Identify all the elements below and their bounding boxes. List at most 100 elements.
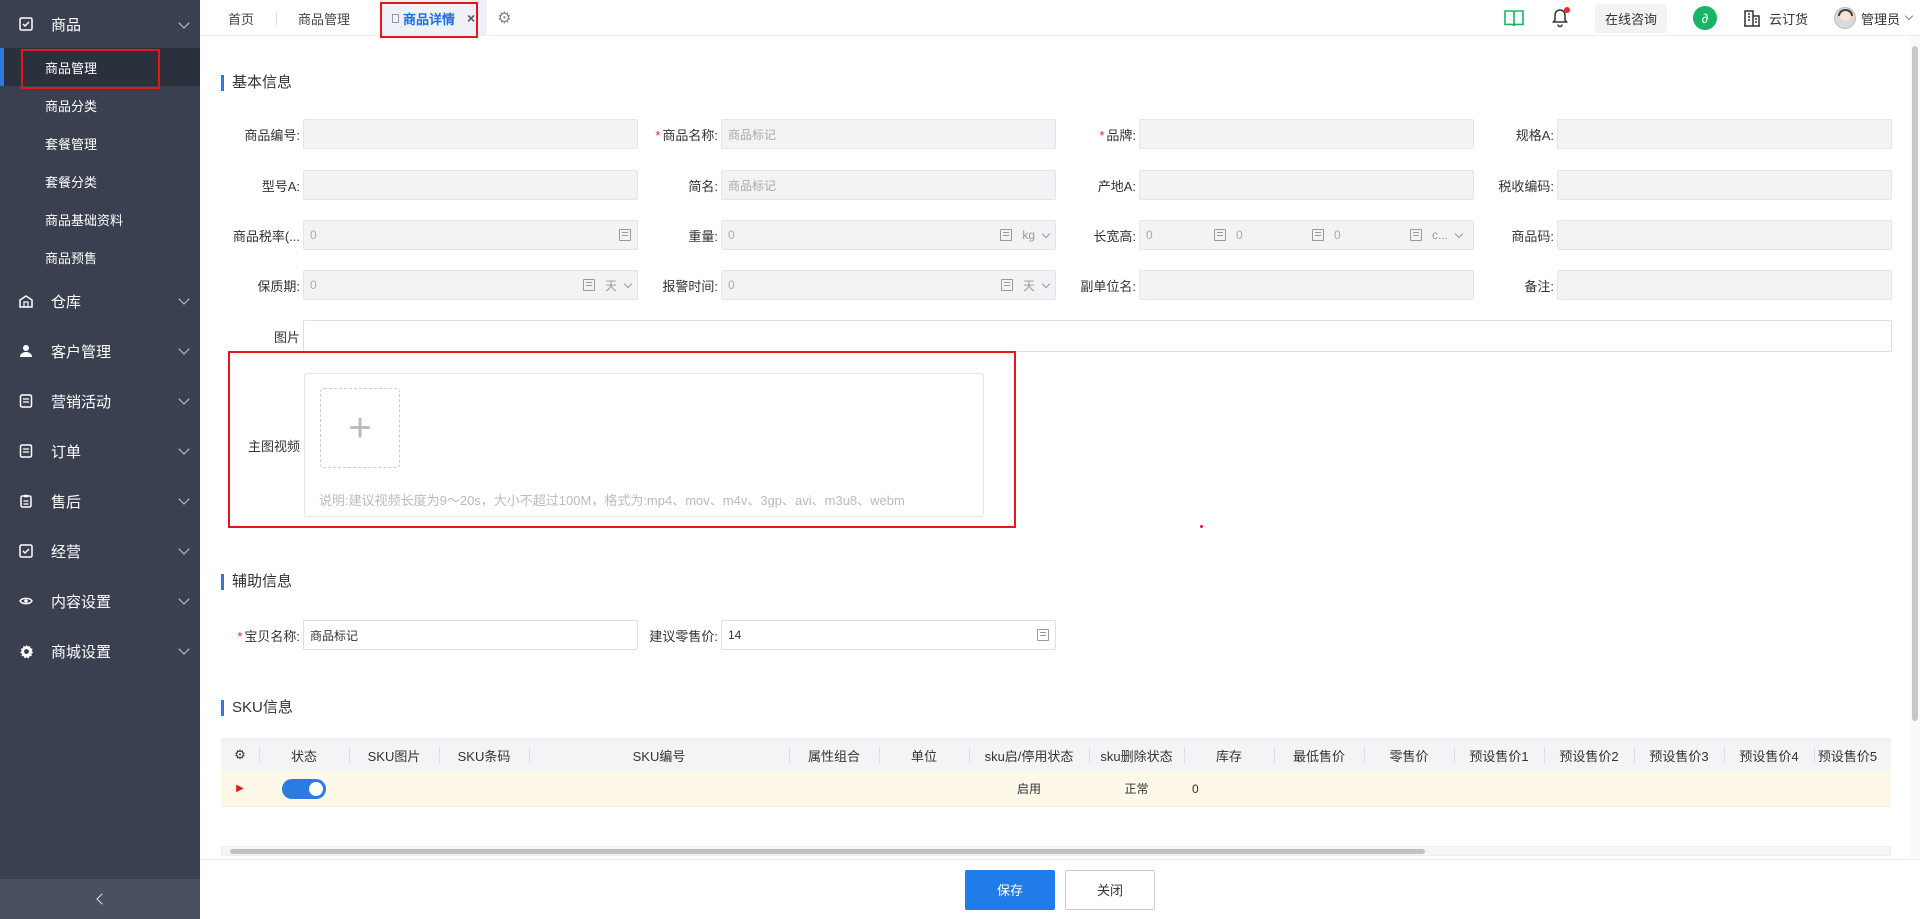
short-name-input[interactable]: 商品标记 (721, 170, 1056, 200)
sub-unit-field: 副单位名: (1056, 270, 1474, 300)
link-icon[interactable]: ∂ (1692, 6, 1717, 30)
cloud-order-label: 云订货 (1768, 11, 1808, 27)
product-barcode-input[interactable] (1557, 220, 1892, 250)
sidebar-item-package-category[interactable]: 套餐分类 (0, 162, 200, 200)
video-upload-area: + 说明:建议视频长度为9～20s，大小不超过100M，格式为:mp4、mov、… (304, 373, 984, 517)
length-input[interactable]: 0 (1146, 228, 1226, 242)
sidebar-group-aftersale[interactable]: 售后 (0, 476, 200, 526)
close-icon[interactable]: × (467, 10, 475, 26)
image-label: 图片 (273, 329, 300, 345)
short-name-field: 简名: 商品标记 (638, 170, 1056, 200)
field-label: 重量: (688, 228, 718, 244)
table-row[interactable]: ▶ 启用 正常 0 (221, 771, 1891, 807)
tab-home[interactable]: 首页 (200, 0, 276, 36)
retail-price-input[interactable]: 14 (721, 620, 1056, 650)
product-code-field: 商品编号: (220, 119, 638, 149)
calculator-icon (1410, 229, 1422, 241)
sidebar-group-customer[interactable]: 客户管理 (0, 326, 200, 376)
horizontal-scrollbar[interactable] (221, 846, 1891, 856)
height-input[interactable]: 0 (1324, 228, 1422, 242)
bell-icon[interactable] (1551, 7, 1570, 28)
column-header: 状态 (259, 739, 349, 771)
avatar (1833, 7, 1856, 29)
sidebar-item-product-mgmt[interactable]: 商品管理 (0, 48, 200, 86)
sidebar-group-content[interactable]: 内容设置 (0, 576, 200, 626)
column-header: 预设售价1 (1454, 739, 1544, 771)
sidebar-item-presale[interactable]: 商品预售 (0, 238, 200, 276)
shelf-life-input[interactable]: 0天 (303, 270, 638, 300)
remark-input[interactable] (1557, 270, 1892, 300)
column-header: sku启/停用状态 (969, 739, 1089, 771)
mini-program-wrapper: ∂ (1692, 6, 1717, 30)
building-icon (1743, 10, 1760, 27)
notification-dot (1563, 7, 1570, 13)
product-code-input[interactable] (303, 119, 638, 149)
origin-field: 产地A: (1056, 170, 1474, 200)
tab-product-mgmt[interactable]: 商品管理 (276, 0, 372, 36)
sidebar-group-orders[interactable]: 订单 (0, 426, 200, 476)
cloud-order-link[interactable]: 云订货 (1743, 9, 1808, 28)
calculator-icon (1312, 229, 1324, 241)
sidebar-group-mall[interactable]: 商城设置 (0, 626, 200, 676)
scrollbar-thumb[interactable] (1912, 46, 1918, 721)
sidebar-collapse-button[interactable] (0, 879, 200, 919)
vertical-scrollbar[interactable] (1910, 36, 1920, 859)
tax-rate-input[interactable]: 0 (303, 220, 638, 250)
chevron-down-icon (1904, 11, 1914, 21)
dims-unit-select[interactable]: c... (1432, 228, 1464, 242)
sidebar-group-label: 商城设置 (51, 643, 112, 661)
calculator-icon (1000, 229, 1013, 241)
section-title-sku: SKU信息 (221, 700, 293, 716)
alarm-time-input[interactable]: 0天 (721, 270, 1056, 300)
shelf-life-field: 保质期: 0天 (220, 270, 638, 300)
online-consult-button[interactable]: 在线咨询 (1594, 3, 1667, 33)
status-toggle[interactable] (282, 778, 326, 799)
form-row: 图片 (220, 320, 1892, 352)
section-title-aux: 辅助信息 (221, 574, 292, 590)
form-row: 商品编号: * 商品名称: 商品标记 * 品牌: 规格A: (220, 119, 1892, 149)
admin-menu[interactable]: 管理员 (1833, 7, 1914, 29)
chevron-down-icon (178, 17, 190, 29)
expand-arrow-icon[interactable]: ▶ (221, 771, 259, 806)
sidebar-item-product-category[interactable]: 商品分类 (0, 86, 200, 124)
weight-unit-select[interactable]: kg (1022, 228, 1051, 242)
book-icon[interactable] (1503, 8, 1525, 28)
sidebar-group-warehouse[interactable]: 仓库 (0, 276, 200, 326)
spec-input[interactable] (1557, 119, 1892, 149)
spec-field: 规格A: (1474, 119, 1892, 149)
chevron-down-icon (1041, 279, 1051, 288)
sidebar-group-operation[interactable]: 经营 (0, 526, 200, 576)
width-input[interactable]: 0 (1226, 228, 1324, 242)
top-right-actions: 在线咨询 ∂ 云订货 管理员 (1503, 0, 1920, 36)
table-cell (1724, 771, 1814, 806)
scrollbar-thumb[interactable] (230, 849, 1425, 854)
column-header: 预设售价4 (1724, 739, 1814, 771)
sidebar-group-label: 经营 (51, 543, 82, 561)
sidebar-group-marketing[interactable]: 营销活动 (0, 376, 200, 426)
column-settings-icon[interactable]: ⚙ (221, 739, 259, 771)
origin-input[interactable] (1139, 170, 1474, 200)
close-button[interactable]: 关闭 (1065, 869, 1155, 910)
baby-name-input[interactable]: 商品标记 (303, 620, 638, 650)
tab-settings-icon[interactable]: ⚙ (497, 8, 511, 28)
save-button[interactable]: 保存 (965, 869, 1055, 910)
admin-label: 管理员 (1860, 11, 1900, 27)
video-upload-button[interactable]: + (320, 388, 400, 468)
tax-code-input[interactable] (1557, 170, 1892, 200)
sidebar-item-product-base[interactable]: 商品基础资料 (0, 200, 200, 238)
table-cell (529, 771, 789, 806)
tax-rate-field: 商品税率(... 0 (220, 220, 638, 250)
model-input[interactable] (303, 170, 638, 200)
product-name-input[interactable]: 商品标记 (721, 119, 1056, 149)
chevron-down-icon (178, 293, 190, 305)
sub-unit-input[interactable] (1139, 270, 1474, 300)
sidebar-group-product[interactable]: 商品 (0, 0, 200, 48)
weight-input[interactable]: 0 kg (721, 220, 1056, 250)
brand-input[interactable] (1139, 119, 1474, 149)
dimensions-input[interactable]: 0 0 0 c... (1139, 220, 1474, 250)
sidebar-item-package-mgmt[interactable]: 套餐管理 (0, 124, 200, 162)
alarm-unit-select[interactable]: 天 (1023, 277, 1051, 294)
shelf-unit-select[interactable]: 天 (605, 277, 633, 294)
tab-product-detail[interactable]: 商品详情 × (382, 0, 488, 36)
image-input[interactable] (303, 320, 1892, 352)
